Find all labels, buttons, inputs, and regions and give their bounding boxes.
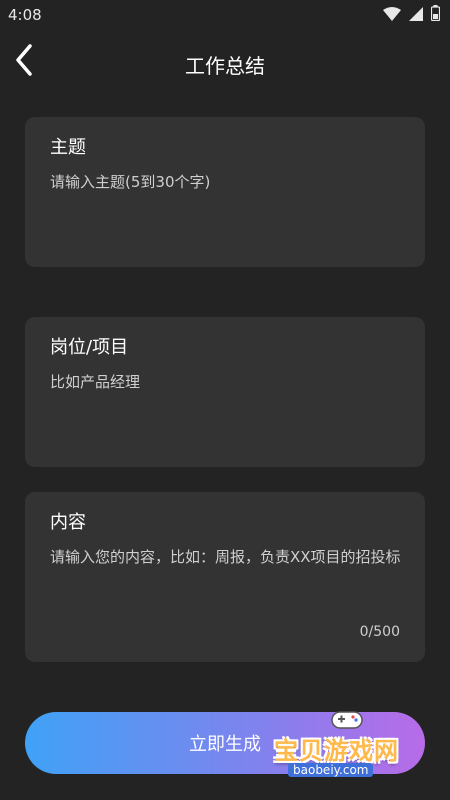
content-card[interactable]: 内容 0/500 — [25, 492, 425, 662]
signal-icon — [409, 6, 423, 25]
battery-icon — [430, 5, 441, 25]
page-title: 工作总结 — [185, 54, 265, 78]
content-label: 内容 — [50, 512, 86, 533]
position-input[interactable] — [50, 369, 410, 395]
topic-card[interactable]: 主题 — [25, 117, 425, 267]
topic-input[interactable] — [50, 169, 410, 195]
topic-label: 主题 — [50, 137, 86, 158]
header: 工作总结 — [0, 36, 450, 88]
status-time: 4:08 — [8, 6, 42, 24]
wifi-icon — [383, 6, 401, 25]
character-counter: 0/500 — [359, 624, 400, 640]
content-textarea[interactable] — [50, 544, 410, 600]
position-label: 岗位/项目 — [50, 337, 129, 358]
position-card[interactable]: 岗位/项目 — [25, 317, 425, 467]
generate-button[interactable]: 立即生成 — [25, 712, 425, 774]
status-icons — [383, 5, 441, 25]
generate-button-label: 立即生成 — [189, 734, 261, 755]
status-bar: 4:08 — [0, 0, 450, 30]
